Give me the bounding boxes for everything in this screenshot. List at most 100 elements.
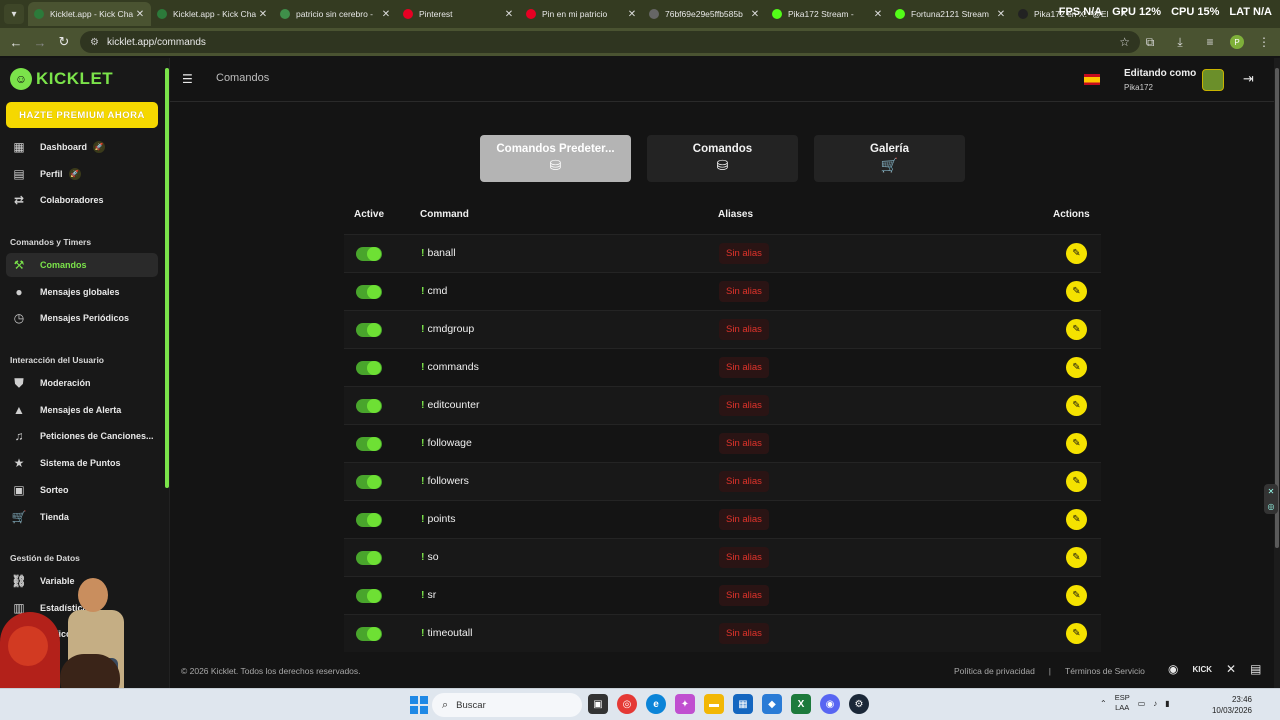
tab-gallery[interactable]: Galería 🛒: [814, 135, 965, 182]
active-toggle[interactable]: [356, 475, 382, 489]
logout-icon[interactable]: ⇥: [1243, 71, 1254, 87]
x-icon[interactable]: ✕: [1226, 662, 1236, 676]
task-view-icon[interactable]: ▣: [588, 694, 608, 714]
sidebar-item-colaboradores[interactable]: ⇄ Colaboradores: [6, 188, 158, 212]
edit-pencil-icon[interactable]: ✎: [1066, 395, 1087, 416]
browser-tab[interactable]: Pin en mi patricio ✕: [520, 2, 643, 26]
app-icon[interactable]: ◆: [762, 694, 782, 714]
edit-pencil-icon[interactable]: ✎: [1066, 509, 1087, 530]
site-info-icon[interactable]: ⚙: [90, 37, 99, 48]
edit-pencil-icon[interactable]: ✎: [1066, 319, 1087, 340]
page-scrollbar[interactable]: [1274, 58, 1280, 688]
docs-icon[interactable]: ▤: [1250, 662, 1261, 676]
sidebar-item-mensajes-de-alerta[interactable]: ▲ Mensajes de Alerta: [6, 398, 158, 422]
address-bar[interactable]: ⚙ kicklet.app/commands ☆: [80, 31, 1140, 53]
taskbar-clock[interactable]: 23:46 10/03/2026: [1206, 694, 1252, 716]
tab-commands[interactable]: Comandos ⛁: [647, 135, 798, 182]
reload-icon[interactable]: ↻: [52, 30, 76, 54]
volume-icon[interactable]: ♪: [1153, 699, 1157, 708]
forward-icon[interactable]: →: [28, 30, 52, 54]
windows-start-icon[interactable]: [410, 696, 428, 714]
sidebar-item-mensajes-globales[interactable]: ● Mensajes globales: [6, 280, 158, 304]
active-toggle[interactable]: [356, 285, 382, 299]
tab-close-icon[interactable]: ✕: [996, 9, 1006, 20]
active-toggle[interactable]: [356, 361, 382, 375]
tab-close-icon[interactable]: ✕: [750, 9, 760, 20]
tab-search-button[interactable]: ▾: [4, 4, 24, 24]
reading-list-icon[interactable]: ≡: [1200, 31, 1220, 53]
browser-tab[interactable]: Kicklet.app - Kick Cha ✕: [28, 2, 151, 26]
network-icon[interactable]: ▭: [1138, 699, 1146, 708]
browser-tab[interactable]: 76bf69e29e5ffb585b ✕: [643, 2, 766, 26]
sidebar-item-tienda[interactable]: 🛒 Tienda: [6, 505, 158, 529]
sidebar-item-sistema-de-puntos[interactable]: ★ Sistema de Puntos: [6, 451, 158, 475]
edit-pencil-icon[interactable]: ✎: [1066, 433, 1087, 454]
discord-icon[interactable]: ◉: [1168, 662, 1178, 676]
edit-pencil-icon[interactable]: ✎: [1066, 243, 1087, 264]
bookmark-star-icon[interactable]: ☆: [1119, 35, 1130, 49]
edit-pencil-icon[interactable]: ✎: [1066, 585, 1087, 606]
edit-pencil-icon[interactable]: ✎: [1066, 357, 1087, 378]
copilot-icon[interactable]: ✦: [675, 694, 695, 714]
kick-icon[interactable]: KICK: [1192, 665, 1212, 674]
tab-close-icon[interactable]: ✕: [135, 9, 145, 20]
close-icon[interactable]: ✕: [1268, 487, 1275, 496]
kicklet-logo[interactable]: ☺ KICKLET: [10, 68, 113, 90]
tab-close-icon[interactable]: ✕: [627, 9, 637, 20]
browser-menu-icon[interactable]: ⋮: [1254, 31, 1274, 53]
page-scrollbar-thumb[interactable]: [1275, 68, 1279, 548]
back-icon[interactable]: ←: [4, 30, 28, 54]
discord-taskbar-icon[interactable]: ◉: [820, 694, 840, 714]
sidebar-item-mensajes-periódicos[interactable]: ◷ Mensajes Periódicos: [6, 306, 158, 330]
taskbar-search[interactable]: ⌕ Buscar: [432, 693, 582, 717]
steam-icon[interactable]: ⚙: [849, 694, 869, 714]
sidebar-item-moderación[interactable]: ⛊ Moderación: [6, 371, 158, 395]
active-toggle[interactable]: [356, 627, 382, 641]
side-widget[interactable]: ✕ ◎: [1264, 484, 1278, 514]
sidebar-item-peticiones-de-canciones[interactable]: ♫ Peticiones de Canciones...: [6, 424, 158, 448]
sidebar-item-dashboard[interactable]: ▦ Dashboard 🚀: [6, 135, 158, 159]
tab-close-icon[interactable]: ✕: [258, 9, 268, 20]
menu-toggle-icon[interactable]: ☰: [182, 72, 196, 86]
sidebar-item-sorteo[interactable]: ▣ Sorteo: [6, 478, 158, 502]
tab-close-icon[interactable]: ✕: [504, 9, 514, 20]
channel-avatar[interactable]: [1202, 69, 1224, 91]
tab-default-commands[interactable]: Comandos Predeter... ⛁: [480, 135, 631, 182]
browser-tab[interactable]: Fortuna2121 Stream ✕: [889, 2, 1012, 26]
profile-avatar[interactable]: P: [1230, 35, 1244, 49]
privacy-link[interactable]: Política de privacidad: [954, 666, 1035, 676]
active-toggle[interactable]: [356, 247, 382, 261]
browser-tab[interactable]: Pinterest ✕: [397, 2, 520, 26]
edit-pencil-icon[interactable]: ✎: [1066, 547, 1087, 568]
edit-pencil-icon[interactable]: ✎: [1066, 281, 1087, 302]
store-icon[interactable]: ▦: [733, 694, 753, 714]
active-toggle[interactable]: [356, 551, 382, 565]
extensions-icon[interactable]: ⧉: [1140, 31, 1160, 53]
active-toggle[interactable]: [356, 399, 382, 413]
edit-pencil-icon[interactable]: ✎: [1066, 471, 1087, 492]
excel-icon[interactable]: X: [791, 694, 811, 714]
tray-overflow-icon[interactable]: ⌃: [1100, 699, 1107, 708]
edge-icon[interactable]: e: [646, 694, 666, 714]
sidebar-scrollbar[interactable]: [165, 68, 169, 488]
sidebar-item-perfil[interactable]: ▤ Perfil 🚀: [6, 162, 158, 186]
browser-tab[interactable]: Pika172 Stream - ✕: [766, 2, 889, 26]
chrome-icon[interactable]: ◎: [617, 694, 637, 714]
tab-close-icon[interactable]: ✕: [381, 9, 391, 20]
active-toggle[interactable]: [356, 589, 382, 603]
premium-button[interactable]: HAZTE PREMIUM AHORA: [6, 102, 158, 128]
widget-icon[interactable]: ◎: [1268, 502, 1275, 511]
active-toggle[interactable]: [356, 513, 382, 527]
battery-icon[interactable]: ▮: [1165, 699, 1169, 708]
tab-close-icon[interactable]: ✕: [873, 9, 883, 20]
input-language[interactable]: ESP LAA: [1115, 693, 1130, 713]
browser-tab[interactable]: patricio sin cerebro - ✕: [274, 2, 397, 26]
download-icon[interactable]: ⤓: [1170, 31, 1190, 53]
browser-tab[interactable]: Kicklet.app - Kick Cha ✕: [151, 2, 274, 26]
sidebar-item-comandos[interactable]: ⚒ Comandos: [6, 253, 158, 277]
file-explorer-icon[interactable]: ▬: [704, 694, 724, 714]
spain-flag-icon[interactable]: [1084, 74, 1100, 85]
terms-link[interactable]: Términos de Servicio: [1065, 666, 1145, 676]
active-toggle[interactable]: [356, 437, 382, 451]
active-toggle[interactable]: [356, 323, 382, 337]
